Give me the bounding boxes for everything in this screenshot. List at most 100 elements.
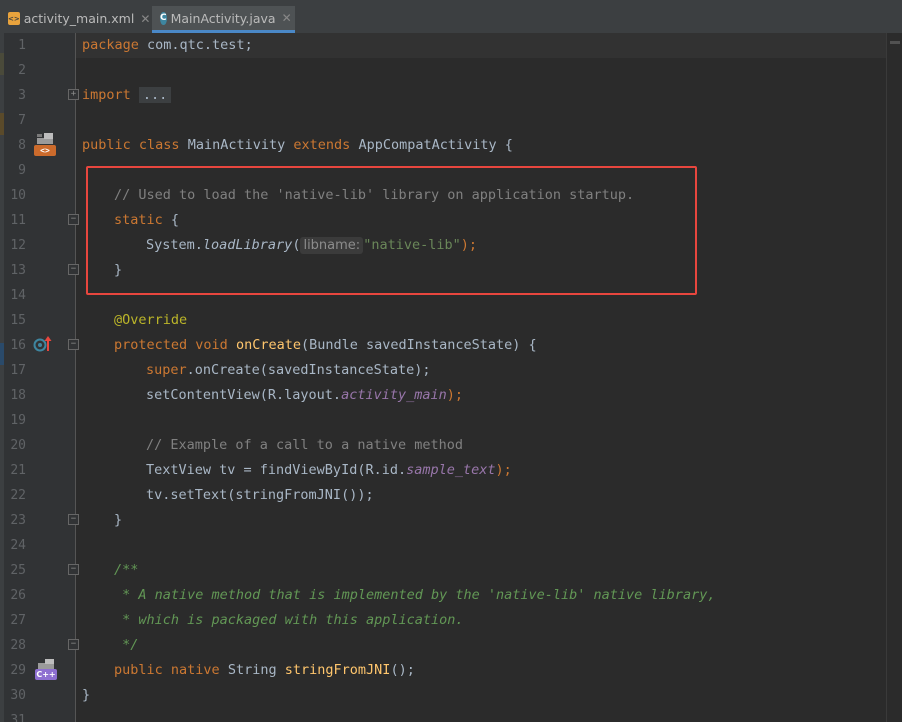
folded-imports[interactable]: ...: [138, 87, 172, 103]
line-number: 27: [10, 613, 26, 628]
punctuation: );: [495, 462, 512, 478]
fold-collapse-icon[interactable]: −: [68, 214, 79, 225]
line-number: 21: [10, 463, 26, 478]
highlight-box: [86, 166, 697, 295]
line-number: 12: [10, 238, 26, 253]
method-name: stringFromJNI: [284, 662, 391, 678]
code-line-27[interactable]: * which is packaged with this applicatio…: [114, 608, 463, 633]
statement: TextView tv = findViewById(R.id.: [146, 462, 407, 478]
code-line-17[interactable]: super.onCreate(savedInstanceState);: [146, 358, 430, 383]
brace: {: [496, 137, 513, 153]
punctuation: );: [446, 387, 464, 403]
static-field: sample_text: [406, 462, 496, 478]
code-line-15[interactable]: @Override: [114, 308, 187, 333]
code-line-28[interactable]: */: [114, 633, 138, 658]
doc-comment: */: [114, 637, 139, 653]
annotation: @Override: [114, 312, 188, 328]
keyword: package: [82, 37, 139, 53]
keyword: public: [114, 662, 163, 678]
line-number: 14: [10, 288, 26, 303]
line-number: 7: [18, 113, 26, 128]
line-number: 28: [10, 638, 26, 653]
code-line-22[interactable]: tv.setText(stringFromJNI());: [146, 483, 374, 508]
editor-tab-bar: <> activity_main.xml ✕ C MainActivity.ja…: [0, 0, 902, 34]
line-number: 31: [10, 713, 26, 722]
line-number: 2: [18, 63, 26, 78]
line-number: 1: [18, 38, 26, 53]
code-line-21[interactable]: TextView tv = findViewById(R.id.sample_t…: [146, 458, 512, 483]
fold-collapse-icon[interactable]: −: [68, 639, 79, 650]
tab-label: activity_main.xml: [23, 11, 135, 26]
code-line-29[interactable]: public native String stringFromJNI();: [114, 658, 415, 683]
fold-collapse-icon[interactable]: −: [68, 264, 79, 275]
code-line-1[interactable]: package com.qtc.test;: [82, 33, 253, 58]
code-line-8[interactable]: public class MainActivity extends AppCom…: [82, 133, 513, 158]
statement: .onCreate(savedInstanceState);: [186, 362, 431, 378]
keyword: void: [195, 337, 228, 353]
class-name: MainActivity: [187, 137, 286, 153]
fold-collapse-icon[interactable]: −: [68, 564, 79, 575]
tab-activity-main-xml[interactable]: <> activity_main.xml ✕: [0, 6, 150, 31]
line-number: 22: [10, 488, 26, 503]
line-number: 13: [10, 263, 26, 278]
android-activity-icon: [37, 132, 53, 144]
close-icon[interactable]: ✕: [282, 11, 292, 25]
code-line-30[interactable]: }: [82, 683, 90, 708]
override-method-icon[interactable]: [32, 333, 54, 355]
line-number: 11: [10, 213, 26, 228]
native-cpp-icon[interactable]: C++: [34, 656, 58, 682]
code-line-3[interactable]: import ...: [82, 83, 172, 108]
code-line-25[interactable]: /**: [114, 558, 138, 583]
keyword: public: [82, 137, 131, 153]
doc-comment: * A native method that is implemented by…: [114, 587, 716, 603]
vertical-scrollbar[interactable]: [886, 33, 902, 722]
xml-file-icon: <>: [8, 12, 20, 25]
line-number: 26: [10, 588, 26, 603]
code-line-18[interactable]: setContentView(R.layout.activity_main);: [146, 383, 463, 408]
line-number: 10: [10, 188, 26, 203]
parent-class: AppCompatActivity: [358, 137, 497, 153]
cpp-badge: C++: [35, 668, 57, 680]
java-class-icon: C: [160, 11, 167, 25]
line-number: 23: [10, 513, 26, 528]
line-number: 15: [10, 313, 26, 328]
statement: tv.setText(stringFromJNI());: [146, 487, 374, 503]
line-number: 29: [10, 663, 26, 678]
doc-comment: /**: [114, 562, 139, 578]
code-line-23[interactable]: }: [114, 508, 122, 533]
return-type: String: [227, 662, 277, 678]
method-name: onCreate: [235, 337, 301, 353]
keyword: class: [138, 137, 180, 153]
close-icon[interactable]: ✕: [140, 12, 150, 26]
line-number: 19: [10, 413, 26, 428]
statement: setContentView(R.layout.: [146, 387, 342, 403]
keyword: extends: [293, 137, 351, 153]
keyword: super: [146, 362, 187, 378]
code-line-26[interactable]: * A native method that is implemented by…: [114, 583, 715, 608]
line-number: 24: [10, 538, 26, 553]
code-line-20[interactable]: // Example of a call to a native method: [146, 433, 463, 458]
android-activity-icon[interactable]: <>: [33, 131, 57, 157]
fold-collapse-icon[interactable]: −: [68, 514, 79, 525]
line-number: 16: [10, 338, 26, 353]
fold-expand-icon[interactable]: +: [68, 89, 79, 100]
brace: }: [82, 687, 91, 703]
keyword: import: [82, 87, 131, 103]
line-number: 8: [18, 138, 26, 153]
tab-main-activity-java[interactable]: C MainActivity.java ✕: [152, 6, 295, 33]
brace: }: [114, 512, 123, 528]
line-number: 17: [10, 363, 26, 378]
native-file-icon: [38, 658, 54, 669]
keyword: native: [170, 662, 220, 678]
line-number: 25: [10, 563, 26, 578]
scroll-marker: [890, 41, 900, 44]
line-number: 18: [10, 388, 26, 403]
line-number: 20: [10, 438, 26, 453]
code-line-16[interactable]: protected void onCreate(Bundle savedInst…: [114, 333, 537, 358]
fold-collapse-icon[interactable]: −: [68, 339, 79, 350]
line-number: 30: [10, 688, 26, 703]
override-method-icon: [33, 336, 52, 352]
parameters: ();: [390, 662, 415, 678]
comment: // Example of a call to a native method: [146, 437, 463, 453]
line-number: 3: [18, 88, 26, 103]
